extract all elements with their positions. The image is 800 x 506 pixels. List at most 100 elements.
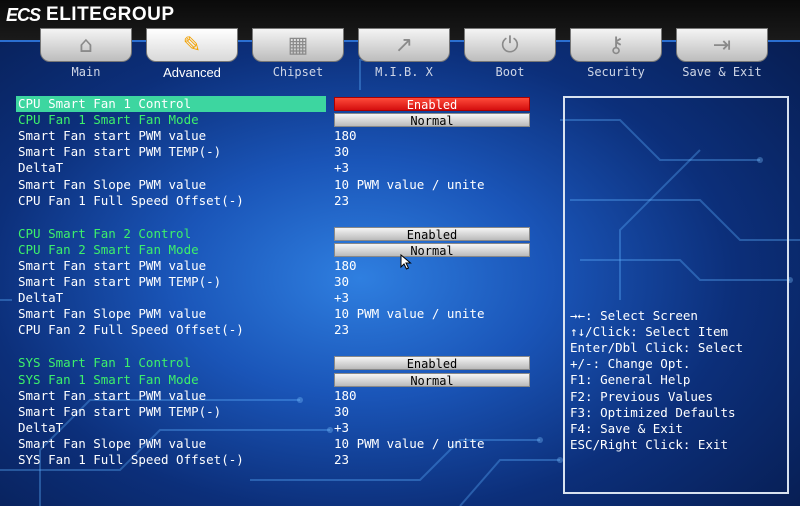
setting-value[interactable]: +3	[334, 420, 349, 436]
setting-label: CPU Fan 1 Smart Fan Mode	[18, 112, 199, 128]
tab-button[interactable]: ↗	[358, 28, 450, 62]
setting-row[interactable]: CPU Smart Fan 2 Control Enabled	[16, 226, 536, 242]
setting-row[interactable]: SYS Fan 1 Smart Fan Mode Normal	[16, 372, 536, 388]
setting-value[interactable]: +3	[334, 160, 349, 176]
setting-label: SYS Fan 1 Full Speed Offset(-)	[18, 452, 244, 467]
tab-chipset[interactable]: ▦ Chipset	[252, 28, 344, 80]
setting-row[interactable]: Smart Fan start PWM value 180	[16, 128, 536, 144]
setting-row[interactable]: Smart Fan Slope PWM value 10 PWM value / …	[16, 177, 536, 193]
setting-label: DeltaT	[18, 419, 64, 435]
setting-value[interactable]: 10 PWM value / unite	[334, 436, 485, 452]
setting-value[interactable]: +3	[334, 290, 349, 306]
setting-value[interactable]: 10 PWM value / unite	[334, 177, 485, 193]
help-line: +/-: Change Opt.	[570, 356, 691, 372]
setting-value[interactable]: 10 PWM value / unite	[334, 306, 485, 322]
setting-label: CPU Smart Fan 1 Control	[16, 96, 326, 112]
setting-label: Smart Fan Slope PWM value	[18, 435, 207, 451]
tab-m-i-b-x[interactable]: ↗ M.I.B. X	[358, 28, 450, 80]
tab-boot[interactable]: ⏻ Boot	[464, 28, 556, 80]
help-line: F4: Save & Exit	[570, 420, 683, 436]
setting-label: SYS Fan 1 Smart Fan Mode	[18, 371, 199, 387]
setting-label: Smart Fan Slope PWM value	[18, 306, 207, 322]
tab-button[interactable]: ⏻	[464, 28, 556, 62]
key-icon: ⚷	[607, 32, 625, 58]
home-icon: ⌂	[79, 32, 93, 58]
setting-row[interactable]: Smart Fan start PWM TEMP(-) 30	[16, 144, 536, 160]
tab-bar: ⌂ Main ✎ Advanced ▦ Chipset ↗ M.I.B. X ⏻ Boot ⚷ Sec…	[40, 28, 800, 82]
tab-button[interactable]: ⇥	[676, 28, 768, 62]
tab-button[interactable]: ▦	[252, 28, 344, 62]
setting-row[interactable]: CPU Fan 1 Smart Fan Mode Normal	[16, 112, 536, 128]
chart-icon: ↗	[394, 32, 414, 58]
tab-label: M.I.B. X	[375, 65, 433, 79]
setting-value[interactable]: 23	[334, 452, 349, 468]
setting-row[interactable]: Smart Fan Slope PWM value 10 PWM value / …	[16, 306, 536, 322]
setting-label: Smart Fan start PWM value	[18, 257, 207, 273]
help-line: F2: Previous Values	[570, 388, 713, 404]
setting-row[interactable]: Smart Fan start PWM TEMP(-) 30	[16, 404, 536, 420]
tab-advanced[interactable]: ✎ Advanced	[146, 28, 238, 80]
exit-door-icon: ⇥	[712, 32, 732, 58]
help-line: ESC/Right Click: Exit	[570, 436, 729, 452]
tab-label: Security	[587, 65, 645, 79]
tab-save-exit[interactable]: ⇥ Save & Exit	[676, 28, 768, 80]
setting-row[interactable]: SYS Fan 1 Full Speed Offset(-) 23	[16, 452, 536, 468]
setting-label: Smart Fan start PWM value	[18, 128, 207, 144]
tab-label: Save & Exit	[682, 65, 762, 79]
setting-option-button[interactable]: Enabled	[334, 356, 530, 371]
tab-main[interactable]: ⌂ Main	[40, 28, 132, 80]
setting-value[interactable]: 30	[334, 274, 349, 290]
setting-row[interactable]: CPU Fan 2 Full Speed Offset(-) 23	[16, 322, 536, 338]
setting-row[interactable]: Smart Fan start PWM value 180	[16, 388, 536, 404]
setting-value[interactable]: 23	[334, 193, 349, 209]
setting-row[interactable]: Smart Fan Slope PWM value 10 PWM value / …	[16, 436, 536, 452]
setting-option-button[interactable]: Normal	[334, 242, 530, 258]
setting-label: Smart Fan Slope PWM value	[18, 176, 207, 192]
setting-row[interactable]: Smart Fan start PWM TEMP(-) 30	[16, 274, 536, 290]
setting-value[interactable]: 23	[334, 322, 349, 338]
setting-label: DeltaT	[18, 290, 64, 306]
help-line: →←: Select Screen	[570, 308, 698, 323]
help-line: F1: General Help	[570, 372, 691, 388]
setting-row[interactable]: CPU Fan 2 Smart Fan Mode Normal	[16, 242, 536, 258]
tab-label: Main	[71, 65, 101, 79]
wrench-icon: ✎	[182, 32, 202, 58]
setting-row[interactable]: CPU Fan 1 Full Speed Offset(-) 23	[16, 193, 536, 209]
setting-option-button[interactable]: Normal	[334, 372, 530, 388]
setting-row[interactable]: Smart Fan start PWM value 180	[16, 258, 536, 274]
setting-option-button[interactable]: Enabled	[334, 226, 530, 242]
setting-option-button[interactable]: Enabled	[334, 97, 530, 112]
brand-name: ELITEGROUP	[46, 4, 175, 25]
setting-label: Smart Fan start PWM TEMP(-)	[18, 274, 222, 289]
setting-label: CPU Fan 1 Full Speed Offset(-)	[18, 192, 244, 208]
setting-label: CPU Fan 2 Smart Fan Mode	[18, 241, 199, 257]
help-panel: →←: Select Screen ↑↓/Click: Select Item En…	[563, 96, 789, 494]
setting-option-button[interactable]: Normal	[334, 113, 530, 128]
tab-button[interactable]: ⚷	[570, 28, 662, 62]
tab-label: Advanced	[163, 65, 221, 80]
setting-row[interactable]: CPU Smart Fan 1 Control Enabled	[16, 96, 536, 112]
setting-row[interactable]: SYS Smart Fan 1 Control Enabled	[16, 355, 536, 371]
chip-icon: ▦	[287, 32, 309, 58]
setting-row[interactable]: DeltaT +3	[16, 290, 536, 306]
tab-label: Boot	[495, 65, 525, 79]
setting-label: Smart Fan start PWM TEMP(-)	[18, 144, 222, 160]
tab-button[interactable]: ⌂	[40, 28, 132, 62]
setting-value[interactable]: 180	[334, 388, 357, 404]
tab-button[interactable]: ✎	[146, 28, 238, 62]
setting-row[interactable]: DeltaT +3	[16, 420, 536, 436]
tab-label: Chipset	[272, 65, 324, 79]
setting-label: Smart Fan start PWM value	[18, 387, 207, 403]
tab-security[interactable]: ⚷ Security	[570, 28, 662, 80]
setting-label: SYS Smart Fan 1 Control	[18, 355, 192, 371]
setting-value[interactable]: 180	[334, 258, 357, 274]
setting-value[interactable]: 30	[334, 404, 349, 420]
help-line: F3: Optimized Defaults	[570, 404, 736, 420]
setting-row[interactable]: DeltaT +3	[16, 160, 536, 176]
setting-label: Smart Fan start PWM TEMP(-)	[18, 403, 222, 419]
brand: ECS ELITEGROUP	[6, 4, 175, 26]
setting-value[interactable]: 30	[334, 144, 349, 160]
setting-label: CPU Fan 2 Full Speed Offset(-)	[18, 322, 244, 338]
mouse-cursor-icon	[400, 254, 412, 270]
setting-value[interactable]: 180	[334, 128, 357, 144]
